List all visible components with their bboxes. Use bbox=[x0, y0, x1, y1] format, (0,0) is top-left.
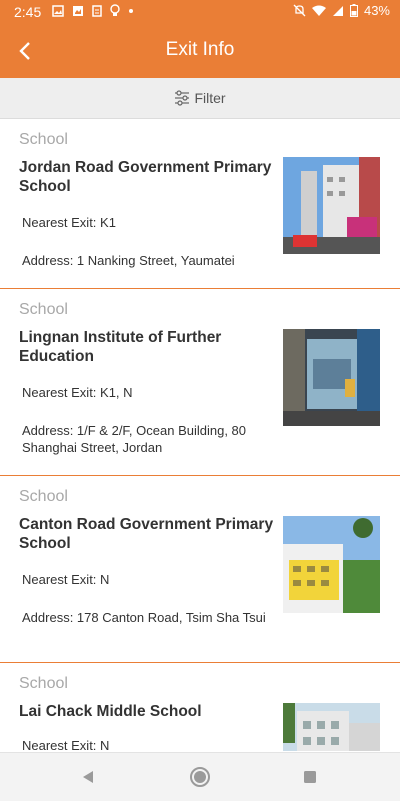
item-name: Lai Chack Middle School bbox=[19, 703, 202, 720]
item-photo[interactable] bbox=[283, 157, 380, 254]
item-nearest-exit: Nearest Exit: K1 bbox=[22, 215, 116, 230]
dot-notification-icon bbox=[129, 8, 133, 13]
item-address: Address: 1 Nanking Street, Yaumatei bbox=[22, 253, 235, 268]
battery-percent: 43% bbox=[363, 3, 390, 18]
system-navigation-bar bbox=[0, 752, 400, 801]
lightbulb-notification-icon bbox=[110, 4, 120, 16]
item-address: Address: 178 Canton Road, Tsim Sha Tsui bbox=[22, 610, 266, 625]
item-name: Lingnan Institute of Further Education bbox=[19, 329, 222, 365]
home-circle-icon bbox=[190, 767, 210, 787]
wifi-icon bbox=[311, 5, 326, 16]
document-notification-icon bbox=[92, 4, 102, 17]
item-nearest-exit: Nearest Exit: N bbox=[22, 572, 110, 587]
battery-icon bbox=[349, 4, 358, 17]
nav-home-button[interactable] bbox=[186, 763, 214, 791]
filter-label: Filter bbox=[194, 90, 226, 106]
status-bar: 2:45 43% bbox=[0, 0, 400, 24]
item-name: Canton Road Government Primary School bbox=[19, 516, 274, 552]
app-bar: Exit Info bbox=[0, 24, 400, 78]
item-photo[interactable] bbox=[283, 703, 380, 751]
list-item[interactable]: School Jordan Road Government Primary Sc… bbox=[0, 119, 400, 289]
item-category: School bbox=[19, 675, 68, 692]
item-category: School bbox=[19, 488, 68, 505]
item-photo[interactable] bbox=[283, 329, 380, 426]
image-notification-icon bbox=[73, 5, 83, 16]
nav-back-button[interactable] bbox=[74, 763, 102, 791]
item-photo[interactable] bbox=[283, 516, 380, 613]
item-name: Jordan Road Government Primary School bbox=[19, 159, 272, 195]
list-item[interactable]: School Lai Chack Middle School Nearest E… bbox=[0, 663, 400, 751]
list-item[interactable]: School Canton Road Government Primary Sc… bbox=[0, 476, 400, 663]
item-address: Address: 1/F & 2/F, Ocean Building, 80 S… bbox=[22, 423, 247, 455]
mute-icon bbox=[293, 4, 306, 17]
list-item[interactable]: School Lingnan Institute of Further Educ… bbox=[0, 289, 400, 476]
notification-icons bbox=[52, 4, 134, 17]
filter-bar: Filter bbox=[0, 78, 400, 119]
item-category: School bbox=[19, 301, 68, 318]
item-nearest-exit: Nearest Exit: N bbox=[22, 738, 110, 751]
page-title: Exit Info bbox=[165, 39, 235, 60]
nav-recents-button[interactable] bbox=[296, 763, 324, 791]
status-time: 2:45 bbox=[14, 4, 42, 20]
sliders-icon bbox=[175, 90, 190, 106]
triangle-back-icon bbox=[83, 771, 93, 783]
exit-info-list: School Jordan Road Government Primary Sc… bbox=[0, 119, 400, 751]
system-icons: 43% bbox=[293, 3, 390, 18]
item-category: School bbox=[19, 131, 68, 148]
filter-button[interactable]: Filter bbox=[174, 90, 226, 106]
item-nearest-exit: Nearest Exit: K1, N bbox=[22, 385, 133, 400]
square-recents-icon bbox=[304, 771, 316, 783]
image-notification-icon bbox=[52, 4, 64, 17]
signal-icon bbox=[332, 5, 343, 16]
